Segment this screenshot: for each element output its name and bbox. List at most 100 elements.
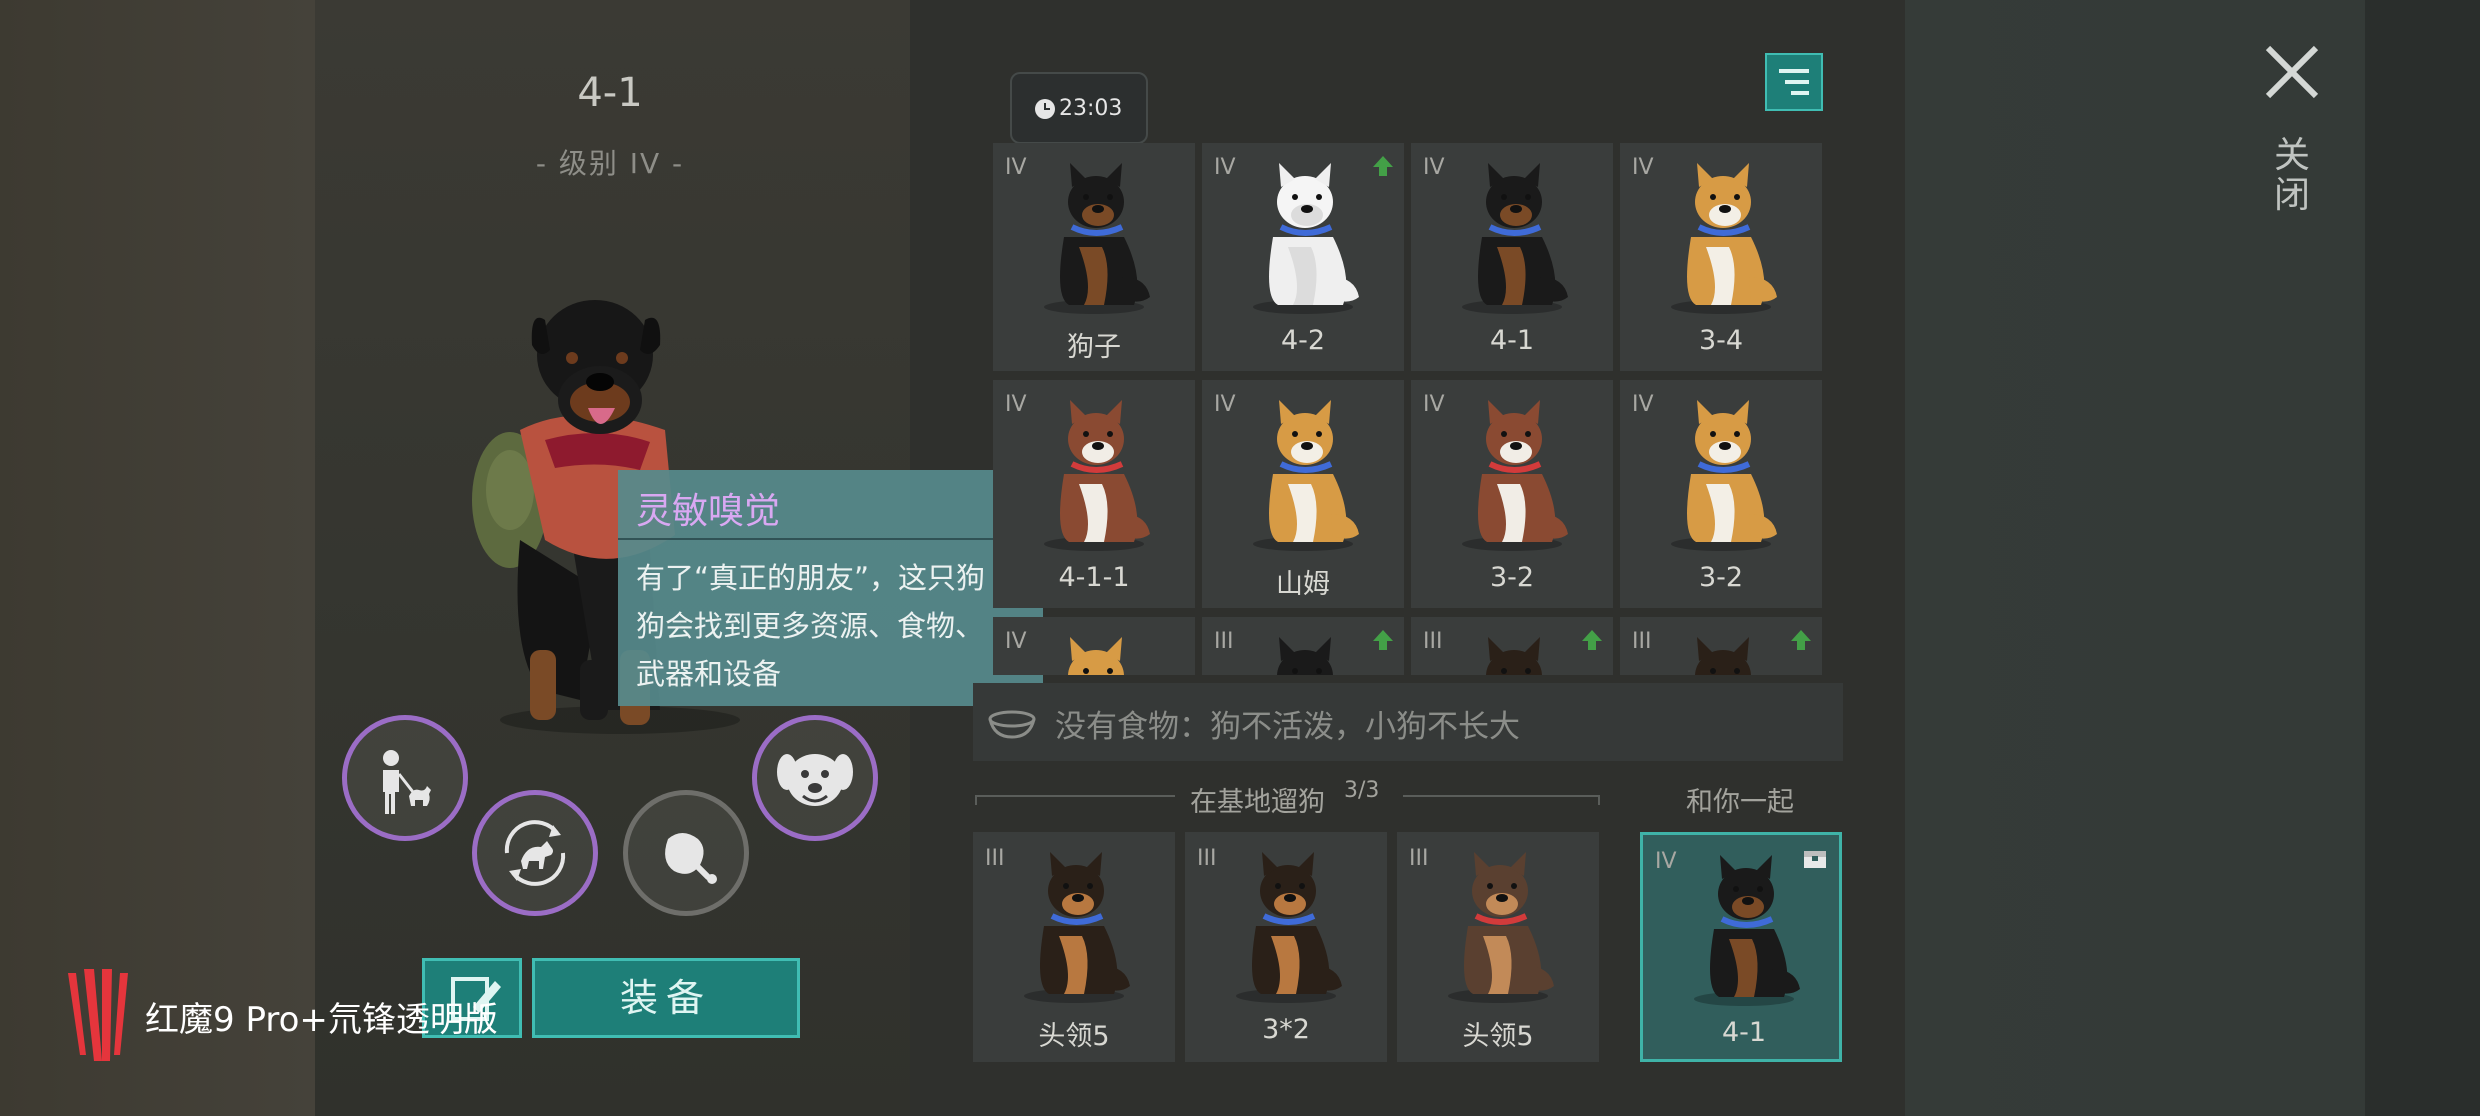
walking-dog-slot[interactable]: III 头领5 — [973, 832, 1175, 1062]
dog-name-label: 山姆 — [1276, 569, 1330, 600]
timer: 23:03 — [1010, 72, 1148, 144]
dog-image — [1233, 631, 1373, 675]
dog-level-badge: III — [1409, 846, 1429, 871]
feed-button[interactable] — [623, 790, 749, 916]
meat-icon — [665, 833, 717, 884]
dog-card[interactable]: IV 3-2 — [1411, 380, 1613, 608]
upgrade-arrow-icon — [1373, 156, 1393, 176]
walk-dog-icon — [383, 750, 431, 814]
dog-image — [1024, 394, 1164, 558]
walking-label: 在基地遛狗 — [1190, 787, 1325, 818]
dog-image — [1216, 846, 1356, 1010]
dog-name-label: 3-2 — [1489, 562, 1535, 593]
tooltip-divider — [618, 538, 1043, 540]
dog-level-badge: III — [1197, 846, 1217, 871]
background-right — [1905, 0, 2220, 1116]
dog-name-label: 4-2 — [1280, 325, 1326, 356]
dog-level-badge: III — [985, 846, 1005, 871]
dog-name-label: 头领5 — [1462, 1021, 1534, 1052]
dog-name-label: 4-1-1 — [1058, 562, 1130, 593]
dog-card[interactable]: IV 3-4 — [1620, 143, 1822, 371]
skill-description-line: 武器和设备 — [636, 657, 782, 691]
dog-face-icon — [777, 754, 853, 806]
dog-level: - 级别 IV - — [535, 147, 685, 180]
dog-name-label: 3-2 — [1698, 562, 1744, 593]
walking-count: 3/3 — [1344, 778, 1380, 803]
dog-image — [1651, 631, 1791, 675]
close-button[interactable]: 关闭 — [2270, 136, 2314, 216]
divider — [975, 795, 977, 805]
dog-level-badge: IV — [1005, 155, 1027, 180]
clock-icon — [1035, 99, 1055, 119]
dog-level-badge: IV — [1214, 155, 1236, 180]
dog-card[interactable]: IV 山姆 — [1202, 380, 1404, 608]
divider — [1403, 795, 1600, 797]
dog-info-button[interactable] — [752, 715, 878, 841]
dog-card[interactable]: IV 3-2 — [1620, 380, 1822, 608]
dog-image — [1674, 849, 1814, 1013]
dog-card[interactable]: III — [1411, 617, 1613, 675]
dog-image — [1233, 394, 1373, 558]
dog-name-label: 头领5 — [1038, 1021, 1110, 1052]
dog-rotate-icon — [504, 820, 566, 886]
dog-card[interactable]: IV 狗子 — [993, 143, 1195, 371]
dog-level-badge: IV — [1423, 392, 1445, 417]
dog-name-label: 4-1 — [1721, 1017, 1767, 1048]
dog-card[interactable]: IV 4-1 — [1411, 143, 1613, 371]
with-you-label: 和你一起 — [1686, 787, 1794, 818]
dog-level-badge: IV — [1214, 392, 1236, 417]
dog-level-badge: IV — [1632, 155, 1654, 180]
dog-name-label: 狗子 — [1067, 332, 1121, 363]
dog-name-label: 3*2 — [1262, 1014, 1310, 1045]
skill-title: 灵敏嗅觉 — [636, 491, 781, 532]
skill-description: 有了“真正的朋友”，这只狗 狗会找到更多资源、食物、 武器和设备 — [636, 554, 1031, 698]
equip-button[interactable]: 装备 — [532, 958, 800, 1038]
with-you-slot[interactable]: IV 4-1 — [1640, 832, 1842, 1062]
dog-card[interactable]: IV — [993, 617, 1195, 675]
skill-description-line: 有了“真正的朋友”，这只狗 — [636, 561, 986, 595]
skill-tooltip: 灵敏嗅觉 有了“真正的朋友”，这只狗 狗会找到更多资源、食物、 武器和设备 — [618, 470, 1043, 706]
dog-level-badge: III — [1632, 629, 1652, 654]
dog-image — [1651, 157, 1791, 321]
dog-card[interactable]: III — [1202, 617, 1404, 675]
dog-image — [1442, 394, 1582, 558]
food-status-text: 没有食物：狗不活泼，小狗不长大 — [1055, 709, 1520, 745]
dog-image — [1024, 157, 1164, 321]
close-label-text: 关闭 — [2273, 135, 2310, 216]
dog-image — [1442, 631, 1582, 675]
bowl-icon — [988, 710, 1036, 739]
dog-level-badge: IV — [1005, 392, 1027, 417]
walk-dog-button[interactable] — [342, 715, 468, 841]
dog-name: 4-1 — [577, 70, 643, 116]
dog-card[interactable]: IV 4-1-1 — [993, 380, 1195, 608]
timer-text: 23:03 — [1059, 96, 1123, 121]
skill-description-line: 狗会找到更多资源、食物、 — [636, 609, 985, 643]
divider — [975, 795, 1175, 797]
dog-image — [1233, 157, 1373, 321]
dog-level-badge: IV — [1005, 629, 1027, 654]
list-menu-icon — [1779, 69, 1809, 95]
upgrade-arrow-icon — [1791, 630, 1811, 650]
dog-image — [1024, 631, 1164, 675]
dog-level-badge: IV — [1632, 392, 1654, 417]
food-status-bar: 没有食物：狗不活泼，小狗不长大 — [973, 683, 1843, 761]
close-icon[interactable] — [2262, 42, 2322, 102]
walking-dog-slot[interactable]: III 3*2 — [1185, 832, 1387, 1062]
dog-image — [1651, 394, 1791, 558]
dog-card[interactable]: IV 4-2 — [1202, 143, 1404, 371]
dog-level-badge: IV — [1423, 155, 1445, 180]
dog-name-label: 4-1 — [1489, 325, 1535, 356]
dog-card[interactable]: III — [1620, 617, 1822, 675]
dog-list[interactable]: IV 狗子 IV 4-2 IV 4-1 IV 3-4 IV 4-1-1 IV 山姆 IV 3-2 IV 3-2… — [993, 143, 1823, 675]
dog-image — [1428, 846, 1568, 1010]
upgrade-arrow-icon — [1582, 630, 1602, 650]
background-right-edge — [2365, 0, 2480, 1116]
dog-level-badge: III — [1214, 629, 1234, 654]
walking-dog-slot[interactable]: III 头领5 — [1397, 832, 1599, 1062]
divider — [1598, 795, 1600, 805]
background-left — [0, 0, 315, 1116]
brand-logo — [68, 969, 128, 1061]
sort-menu-button[interactable] — [1765, 53, 1823, 111]
dog-image — [1004, 846, 1144, 1010]
swap-dog-button[interactable] — [472, 790, 598, 916]
